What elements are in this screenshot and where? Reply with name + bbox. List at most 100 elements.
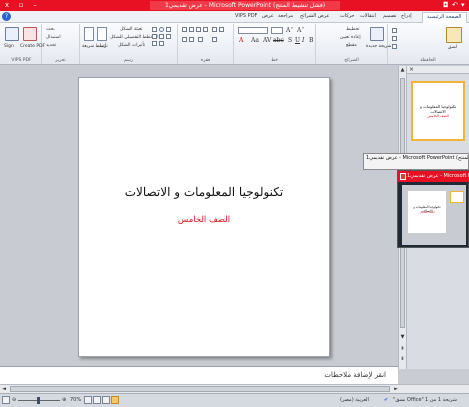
- tab-home[interactable]: الصفحة الرئيسية: [422, 12, 467, 23]
- save-icon[interactable]: ◘: [443, 0, 449, 11]
- quick-styles-icon[interactable]: [84, 27, 94, 41]
- justify-icon[interactable]: [203, 27, 208, 32]
- shape-triangle-icon[interactable]: [159, 34, 164, 39]
- tab-view[interactable]: عرض: [262, 13, 274, 19]
- scroll-right-arrow-icon[interactable]: ►: [392, 385, 400, 393]
- shape-effects-button[interactable]: تأثيرات الشكل: [118, 43, 145, 48]
- shape-oval-icon[interactable]: [159, 27, 164, 32]
- new-slide-icon[interactable]: [370, 27, 384, 41]
- bullets-icon[interactable]: [212, 27, 217, 32]
- slide-subtitle[interactable]: الصف الخامس: [79, 215, 329, 225]
- undo-icon[interactable]: ↶: [452, 0, 458, 11]
- slide-canvas[interactable]: تكنولوجيا المعلومات و الاتصالات الصف الخ…: [78, 77, 330, 357]
- shape-curve-icon[interactable]: [159, 41, 164, 46]
- sign-button[interactable]: Sign: [4, 44, 14, 49]
- paste-button[interactable]: لصق: [448, 45, 457, 50]
- customize-quick-access-icon[interactable]: ▾: [461, 0, 465, 11]
- text-direction-rtl-icon[interactable]: [182, 37, 187, 42]
- slideshow-view-icon[interactable]: [84, 396, 92, 404]
- change-case-button[interactable]: Aa: [251, 37, 259, 44]
- bold-button[interactable]: B: [309, 37, 313, 44]
- normal-view-icon[interactable]: [111, 396, 119, 404]
- slide-thumbnail[interactable]: تكنولوجيا المعلومات و الاتصالات الصف الخ…: [411, 81, 465, 141]
- horizontal-scroll-thumb[interactable]: [10, 386, 390, 392]
- find-button[interactable]: بحث: [46, 27, 55, 32]
- minimize-window-button[interactable]: –: [28, 0, 42, 11]
- text-direction-ltr-icon[interactable]: [189, 37, 194, 42]
- fit-to-window-icon[interactable]: [2, 396, 10, 404]
- shape-brace-icon[interactable]: [152, 41, 157, 46]
- section-button[interactable]: مقطع: [346, 43, 357, 48]
- font-color-button[interactable]: A: [239, 37, 243, 44]
- font-name-dropdown[interactable]: [238, 27, 268, 34]
- zoom-in-icon[interactable]: ⊕: [62, 397, 66, 403]
- character-spacing-button[interactable]: AV: [263, 37, 271, 44]
- language-indicator[interactable]: العربية (مصر): [340, 397, 369, 403]
- grow-font-button[interactable]: A˄: [286, 27, 293, 34]
- paste-icon[interactable]: [446, 27, 462, 43]
- copy-icon[interactable]: [392, 36, 397, 41]
- next-slide-icon[interactable]: ⇟: [399, 355, 406, 363]
- zoom-slider-knob[interactable]: [37, 397, 40, 404]
- create-pdf-icon[interactable]: [23, 27, 37, 41]
- replace-button[interactable]: استبدال: [46, 35, 61, 40]
- taskbar-tooltip: عرض تقديمي1 - Microsoft PowerPoint (فشل …: [363, 153, 469, 170]
- group-label: VIPS PDF: [11, 58, 32, 63]
- group-label: خط: [270, 58, 279, 63]
- zoom-level[interactable]: 70%: [70, 397, 81, 403]
- scroll-left-arrow-icon[interactable]: ◄: [0, 385, 8, 393]
- taskbar-window-preview[interactable]: عرض تقديمي1 - Microsoft PowerPoint تكنول…: [397, 170, 469, 248]
- tab-design[interactable]: تصميم: [383, 13, 396, 19]
- arrange-button[interactable]: ترتيب: [97, 44, 108, 49]
- tab-vips-pdf[interactable]: VIPS PDF: [235, 13, 257, 19]
- shape-fill-button[interactable]: تعبئة الشكل: [120, 27, 143, 32]
- shape-rectangle-icon[interactable]: [152, 27, 157, 32]
- notes-placeholder[interactable]: انقر لإضافة ملاحظات: [324, 371, 386, 379]
- tab-animations[interactable]: حركات: [340, 13, 354, 19]
- line-spacing-icon[interactable]: [212, 37, 217, 42]
- tab-insert[interactable]: إدراج: [401, 13, 412, 19]
- cut-icon[interactable]: [392, 28, 397, 33]
- slide-title[interactable]: تكنولوجيا المعلومات و الاتصالات: [79, 185, 329, 199]
- spelling-check-icon[interactable]: ✔: [384, 397, 388, 403]
- restore-window-button[interactable]: ▫: [14, 0, 28, 11]
- shadow-button[interactable]: S: [288, 37, 292, 44]
- align-right-icon[interactable]: [182, 27, 187, 32]
- layout-button[interactable]: تخطيط: [346, 27, 359, 32]
- shape-line-icon[interactable]: [166, 27, 171, 32]
- slide-sorter-view-icon[interactable]: [102, 396, 110, 404]
- tab-review[interactable]: مراجعة: [278, 13, 293, 19]
- shape-arrow-icon[interactable]: [152, 34, 157, 39]
- italic-button[interactable]: I: [302, 37, 304, 44]
- align-center-icon[interactable]: [189, 27, 194, 32]
- columns-icon[interactable]: [198, 37, 203, 42]
- arrange-icon[interactable]: [97, 27, 107, 41]
- scroll-up-arrow-icon[interactable]: ▲: [399, 66, 406, 74]
- title-bar: x ▫ – عرض تقديمي1 - Microsoft PowerPoint…: [0, 0, 469, 11]
- select-button[interactable]: تحديد: [46, 43, 56, 48]
- notes-pane[interactable]: انقر لإضافة ملاحظات: [0, 366, 398, 384]
- tab-slideshow[interactable]: عرض الشرائح: [300, 13, 330, 19]
- shape-star-icon[interactable]: [166, 34, 171, 39]
- numbering-icon[interactable]: [219, 27, 224, 32]
- font-size-dropdown[interactable]: [271, 27, 283, 34]
- sign-icon[interactable]: [5, 27, 19, 41]
- zoom-out-icon[interactable]: ⊖: [12, 397, 16, 403]
- shrink-font-button[interactable]: A˅: [297, 27, 304, 34]
- help-icon[interactable]: ?: [2, 12, 11, 21]
- strikethrough-button[interactable]: abc: [273, 37, 284, 44]
- previous-slide-icon[interactable]: ⇞: [399, 345, 406, 353]
- close-pane-icon[interactable]: ×: [409, 66, 414, 74]
- reading-view-icon[interactable]: [93, 396, 101, 404]
- format-painter-icon[interactable]: [392, 44, 397, 49]
- group-font: A˄ A˅ B I U S abc AV Aa A خط: [234, 24, 316, 64]
- window-title: عرض تقديمي1 - Microsoft PowerPoint (فشل …: [150, 1, 340, 10]
- close-window-button[interactable]: x: [0, 0, 14, 11]
- group-label: الشرائح: [344, 58, 359, 63]
- reset-button[interactable]: إعادة تعيين: [340, 35, 361, 40]
- scroll-down-arrow-icon[interactable]: ▼: [399, 333, 406, 341]
- tab-transitions[interactable]: انتقالات: [360, 13, 376, 19]
- align-left-icon[interactable]: [196, 27, 201, 32]
- horizontal-scrollbar[interactable]: ◄ ►: [0, 384, 469, 393]
- underline-button[interactable]: U: [295, 37, 300, 44]
